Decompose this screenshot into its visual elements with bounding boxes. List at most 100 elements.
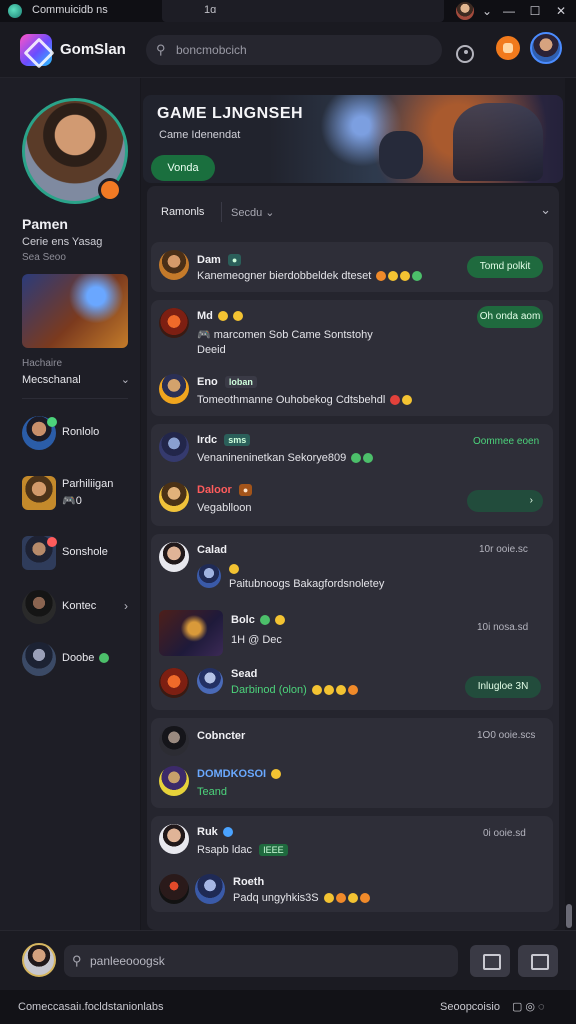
timestamp: 10i nosa.sd bbox=[477, 622, 529, 633]
avatar bbox=[197, 564, 221, 588]
collapse-chevron-icon[interactable]: ⌄ bbox=[540, 202, 551, 218]
scrollbar[interactable] bbox=[566, 904, 572, 928]
avatar bbox=[159, 308, 189, 338]
message-input[interactable]: ⚲ panleeooogsk bbox=[64, 945, 458, 977]
status-bar: Comeccasaiı.focldstanionlabs Seoopcoisio… bbox=[0, 990, 576, 1024]
message-text-continued: Deeid bbox=[197, 344, 226, 356]
sender-name: Calad bbox=[197, 544, 227, 556]
hero-banner[interactable]: GAME LJNGNSEH Came Idenendat Vonda bbox=[143, 95, 563, 183]
filter-dropdown[interactable]: Secdu ⌄ bbox=[231, 206, 274, 219]
top-navigation: GomSlan ⚲ boncmobcich bbox=[0, 22, 576, 78]
join-button[interactable]: Oh onda aom bbox=[477, 306, 543, 328]
tab-title[interactable]: 1ɑ bbox=[204, 4, 216, 16]
friend-item[interactable]: Sonshole bbox=[22, 536, 138, 572]
friend-item[interactable]: Kontec › bbox=[22, 590, 138, 626]
sender-name: Cobncter bbox=[197, 730, 246, 742]
feed-card[interactable]: Dam ● Kanemeogner bierdobbeldek dteset T… bbox=[151, 242, 553, 292]
chevron-right-icon[interactable]: › bbox=[467, 490, 543, 512]
avatar bbox=[159, 374, 189, 404]
avatar bbox=[159, 668, 189, 698]
timestamp: 1O0 ooie.scs bbox=[477, 730, 536, 741]
app-icon bbox=[8, 4, 22, 18]
feed-card[interactable]: Ruk Rsapb ldac IEEE 0i ooie.sd Roeth Pad… bbox=[151, 816, 553, 912]
friend-item[interactable]: Doobe bbox=[22, 642, 138, 678]
chevron-down-icon: ⌄ bbox=[265, 207, 275, 219]
chevron-down-icon[interactable]: ⌄ bbox=[478, 2, 496, 20]
close-button[interactable]: ✕ bbox=[552, 2, 570, 20]
hero-button[interactable]: Vonda bbox=[151, 155, 215, 181]
avatar bbox=[159, 874, 189, 904]
channel-dropdown[interactable]: Mecschanal ⌄ bbox=[22, 374, 130, 386]
feed-card[interactable]: Calad 10r ooie.sc Paitubnoogs Bakagfords… bbox=[151, 534, 553, 710]
avatar bbox=[159, 250, 189, 280]
profile-meta: Sea Seoo bbox=[22, 252, 66, 263]
message-text: Kanemeogner bierdobbeldek dteset bbox=[197, 270, 423, 282]
feed-card[interactable]: Md 🎮 marcomen Sob Came Sontstohy Deeid O… bbox=[151, 300, 553, 416]
logo-icon[interactable] bbox=[20, 34, 52, 66]
maximize-button[interactable]: ☐ bbox=[526, 2, 544, 20]
dropdown-value: Mecschanal bbox=[22, 374, 81, 386]
sender-name: Daloor ● bbox=[197, 484, 253, 497]
message-text: Teand bbox=[197, 786, 227, 798]
message-placeholder: panleeooogsk bbox=[90, 954, 165, 968]
game-thumbnail-image[interactable] bbox=[159, 610, 223, 656]
status-icons[interactable]: ▢◎◌ bbox=[512, 1000, 548, 1013]
sender-name: Dam ● bbox=[197, 254, 242, 267]
avatar bbox=[159, 482, 189, 512]
friend-status: 🎮0 bbox=[62, 495, 82, 507]
timestamp: 10r ooie.sc bbox=[479, 544, 528, 555]
feed-card[interactable]: Cobncter 1O0 ooie.scs DOMDKOSOI Teand bbox=[151, 718, 553, 808]
search-icon: ⚲ bbox=[72, 953, 82, 968]
attach-media-icon[interactable] bbox=[470, 945, 510, 977]
divider bbox=[22, 398, 128, 399]
hero-subtitle: Came Idenendat bbox=[159, 129, 241, 141]
voice-search-icon[interactable] bbox=[456, 45, 474, 63]
sender-name: DOMDKOSOI bbox=[197, 768, 282, 780]
hero-character-image bbox=[379, 131, 423, 179]
avatar bbox=[159, 432, 189, 462]
hero-mech-image bbox=[453, 103, 543, 181]
message-text: Vegablloon bbox=[197, 502, 252, 514]
status-text: Comeccasaiı.focldstanionlabs bbox=[18, 1001, 164, 1013]
notification-badge-icon bbox=[47, 537, 57, 547]
avatar bbox=[159, 824, 189, 854]
timestamp: Oommee eoen bbox=[473, 436, 540, 447]
friend-item[interactable]: Parhiliigan 🎮0 bbox=[22, 476, 138, 512]
notification-icon[interactable] bbox=[496, 36, 520, 60]
section-label: Hachaire bbox=[22, 358, 63, 369]
timestamp: 0i ooie.sd bbox=[483, 828, 526, 839]
join-button[interactable]: Tomd polkit bbox=[467, 256, 543, 278]
online-status-icon bbox=[47, 417, 57, 427]
brand-name[interactable]: GomSlan bbox=[60, 41, 126, 58]
composer-bar: ⚲ panleeooogsk bbox=[0, 930, 576, 990]
level-badge-icon bbox=[98, 178, 122, 202]
friend-name: Parhiliigan bbox=[62, 478, 114, 490]
sender-name: Md bbox=[197, 310, 244, 322]
sender-name: Bolc bbox=[231, 614, 285, 626]
avatar bbox=[159, 542, 189, 572]
avatar bbox=[22, 590, 56, 624]
search-bar[interactable]: ⚲ boncmobcich bbox=[146, 35, 474, 65]
message-text: Venanineninetkan Sekorye809 bbox=[197, 452, 374, 464]
emoji-picker-icon[interactable] bbox=[518, 945, 558, 977]
search-input[interactable]: boncmobcich bbox=[176, 43, 247, 57]
friend-name: Kontec bbox=[62, 600, 97, 612]
avatar bbox=[159, 766, 189, 796]
profile-name: Pamen bbox=[22, 216, 68, 232]
message-text: Tomeothmanne Ouhobekog Cdtsbehdl bbox=[197, 394, 413, 406]
profile-subtitle: Cerie ens Yasag bbox=[22, 236, 103, 248]
game-banner-image[interactable] bbox=[22, 274, 128, 348]
account-avatar[interactable] bbox=[456, 2, 474, 20]
status-right-text: Seoopcoisio bbox=[440, 1001, 500, 1013]
my-avatar[interactable] bbox=[22, 943, 56, 977]
friend-item[interactable]: Ronlolo bbox=[22, 416, 138, 452]
minimize-button[interactable]: — bbox=[500, 2, 518, 20]
chevron-right-icon[interactable]: › bbox=[124, 599, 128, 613]
filter-tab-primary[interactable]: Ramonls bbox=[161, 206, 204, 218]
avatar bbox=[159, 726, 189, 756]
feed-card[interactable]: Irdc sms Venanineninetkan Sekorye809 Oom… bbox=[151, 424, 553, 526]
search-icon: ⚲ bbox=[156, 42, 166, 57]
user-avatar[interactable] bbox=[530, 32, 562, 64]
join-button[interactable]: Inlugloe 3N bbox=[465, 676, 541, 698]
title-bar: Commuicidb ns 1ɑ ⌄ — ☐ ✕ bbox=[0, 0, 576, 22]
